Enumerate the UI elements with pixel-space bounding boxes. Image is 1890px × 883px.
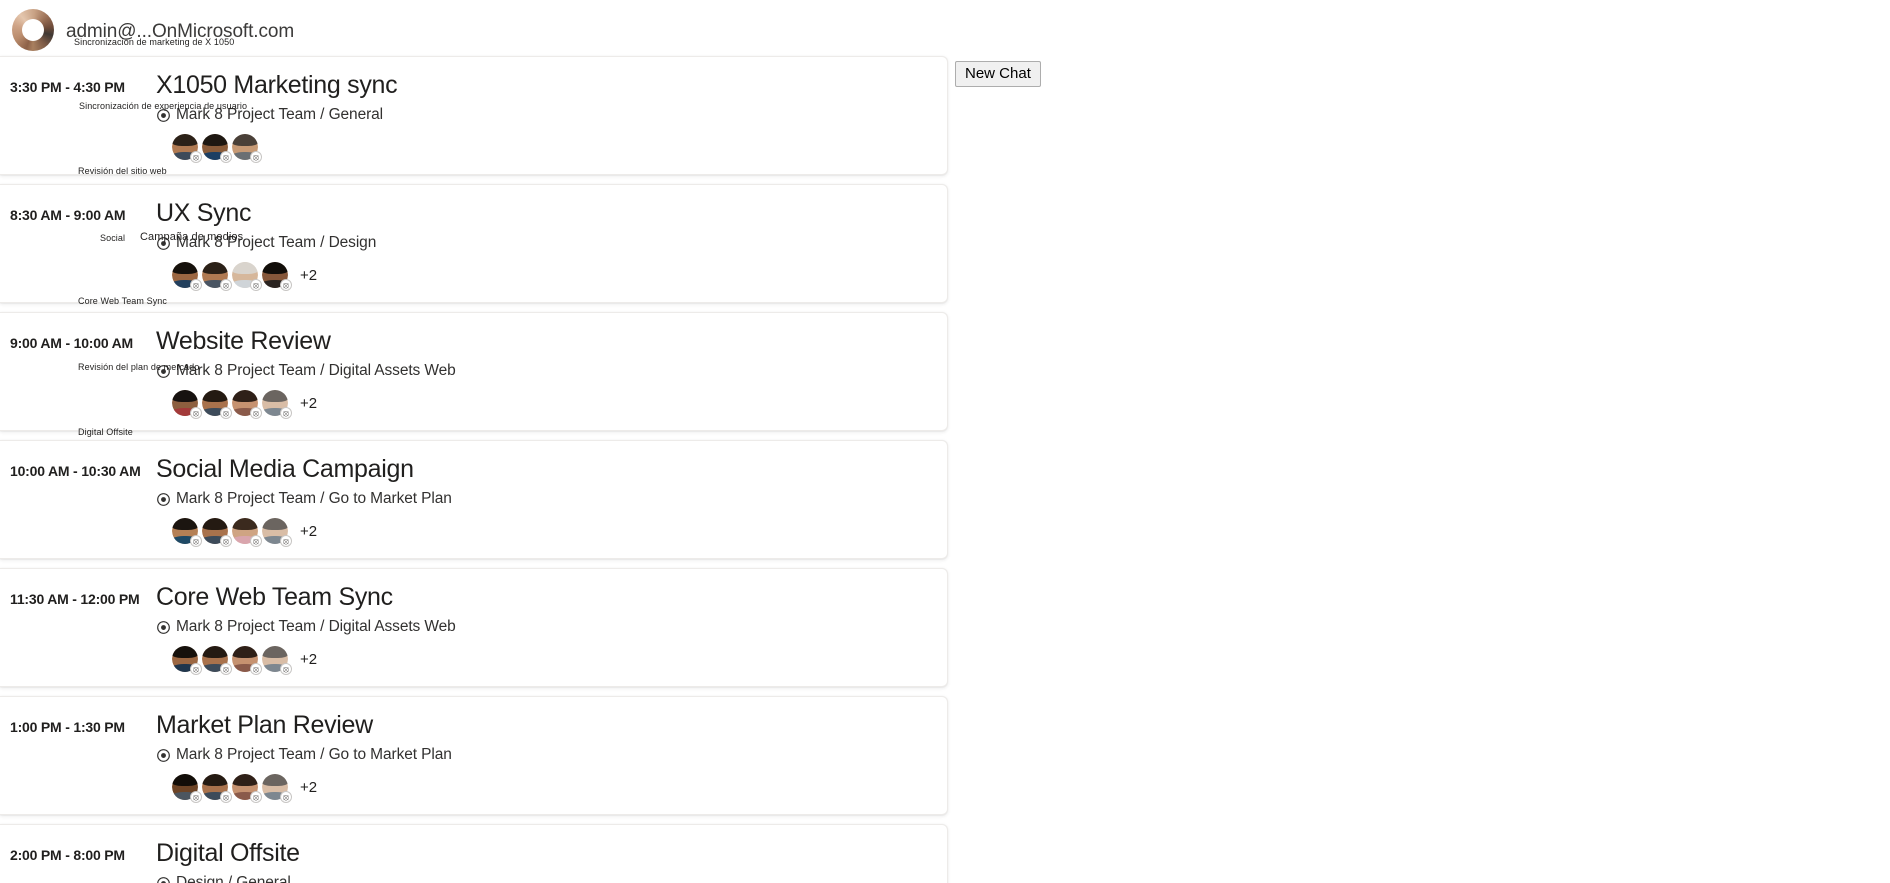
attendee-list: ⦻ ⦻ ⦻: [156, 133, 947, 163]
event-title: UX Sync: [156, 199, 252, 227]
attendee-overflow-count: +2: [300, 394, 318, 412]
overlay-label-digital-offsite: Digital Offsite: [78, 427, 133, 437]
event-time: 3:30 PM - 4:30 PM: [10, 79, 125, 95]
remove-attendee-icon[interactable]: ⦻: [280, 535, 292, 547]
event-time: 8:30 AM - 9:00 AM: [10, 207, 126, 223]
attendee-avatar[interactable]: ⦻: [171, 389, 202, 419]
event-location: Mark 8 Project Team / Go to Market Plan: [176, 490, 452, 507]
event-title: Website Review: [156, 327, 331, 355]
remove-attendee-icon[interactable]: ⦻: [250, 151, 262, 163]
attendee-avatar[interactable]: ⦻: [201, 389, 232, 419]
remove-attendee-icon[interactable]: ⦻: [250, 407, 262, 419]
user-profile-avatar[interactable]: [12, 9, 54, 51]
overlay-label-ux-sync: Sincronización de experiencia de usuario: [79, 101, 248, 111]
remove-attendee-icon[interactable]: ⦻: [190, 535, 202, 547]
remove-attendee-icon[interactable]: ⦻: [190, 151, 202, 163]
overlay-label-market-plan: Revisión del plan de mercado: [78, 362, 200, 372]
attendee-avatar[interactable]: ⦻: [261, 389, 292, 419]
attendee-avatar[interactable]: ⦻: [261, 517, 292, 547]
attendee-avatar[interactable]: ⦻: [231, 389, 262, 419]
attendee-overflow-count: +2: [300, 266, 318, 284]
remove-attendee-icon[interactable]: ⦻: [280, 663, 292, 675]
remove-attendee-icon[interactable]: ⦻: [190, 279, 202, 291]
event-card[interactable]: 8:30 AM - 9:00 AM UX Sync Mark 8 Project T…: [0, 184, 948, 303]
attendee-avatar[interactable]: ⦻: [261, 773, 292, 803]
attendee-avatar[interactable]: ⦻: [231, 133, 262, 163]
event-location: Mark 8 Project Team / Digital Assets Web: [176, 362, 456, 379]
attendee-avatar[interactable]: ⦻: [171, 773, 202, 803]
event-time: 2:00 PM - 8:00 PM: [10, 847, 125, 863]
remove-attendee-icon[interactable]: ⦻: [220, 151, 232, 163]
attendee-avatar[interactable]: ⦻: [171, 517, 202, 547]
remove-attendee-icon[interactable]: ⦻: [280, 791, 292, 803]
attendee-avatar[interactable]: ⦻: [231, 773, 262, 803]
remove-attendee-icon[interactable]: ⦻: [220, 663, 232, 675]
attendee-avatar[interactable]: ⦻: [171, 645, 202, 675]
event-title: Core Web Team Sync: [156, 583, 393, 611]
attendee-avatar[interactable]: ⦻: [201, 261, 232, 291]
overlay-label-core-web-sync: Core Web Team Sync: [78, 296, 168, 306]
event-card[interactable]: 3:30 PM - 4:30 PM X1050 Marketing sync Mar…: [0, 56, 948, 175]
overlay-label-media-campaign: Campaña de medios: [140, 231, 244, 243]
event-location: Mark 8 Project Team / Digital Assets Web: [176, 618, 456, 635]
event-time: 9:00 AM - 10:00 AM: [10, 335, 133, 351]
agenda-event-list: 3:30 PM - 4:30 PM X1050 Marketing sync Mar…: [0, 56, 950, 883]
event-card[interactable]: 2:00 PM - 8:00 PM Digital Offsite Design /…: [0, 824, 948, 883]
attendee-avatar[interactable]: ⦻: [171, 133, 202, 163]
attendee-avatar[interactable]: ⦻: [201, 645, 232, 675]
overlay-label-social: Social: [100, 233, 126, 243]
attendee-avatar[interactable]: ⦻: [201, 517, 232, 547]
location-pin-icon: [156, 492, 171, 507]
attendee-avatar[interactable]: ⦻: [171, 261, 202, 291]
event-card[interactable]: 11:30 AM - 12:00 PM Core Web Team Sync Mar…: [0, 568, 948, 687]
attendee-overflow-count: +2: [300, 522, 318, 540]
new-chat-button[interactable]: New Chat: [955, 61, 1041, 87]
event-location: Design / General: [176, 874, 291, 883]
remove-attendee-icon[interactable]: ⦻: [220, 407, 232, 419]
attendee-avatar[interactable]: ⦻: [231, 645, 262, 675]
remove-attendee-icon[interactable]: ⦻: [280, 407, 292, 419]
location-pin-icon: [156, 876, 171, 883]
attendee-avatar[interactable]: ⦻: [201, 133, 232, 163]
remove-attendee-icon[interactable]: ⦻: [250, 791, 262, 803]
event-time: 10:00 AM - 10:30 AM: [10, 463, 141, 479]
attendee-list: ⦻ ⦻ ⦻ ⦻ +2: [156, 773, 947, 803]
attendee-avatar[interactable]: ⦻: [231, 261, 262, 291]
event-time: 11:30 AM - 12:00 PM: [10, 591, 140, 607]
event-title: Market Plan Review: [156, 711, 373, 739]
remove-attendee-icon[interactable]: ⦻: [280, 279, 292, 291]
remove-attendee-icon[interactable]: ⦻: [190, 791, 202, 803]
attendee-overflow-count: +2: [300, 650, 318, 668]
remove-attendee-icon[interactable]: ⦻: [190, 663, 202, 675]
event-card[interactable]: 1:00 PM - 1:30 PM Market Plan Review Mark …: [0, 696, 948, 815]
attendee-avatar[interactable]: ⦻: [231, 517, 262, 547]
attendee-list: ⦻ ⦻ ⦻ ⦻ +2: [156, 645, 947, 675]
event-card[interactable]: 10:00 AM - 10:30 AM Social Media Campaign…: [0, 440, 948, 559]
attendee-avatar[interactable]: ⦻: [261, 261, 292, 291]
event-title: Social Media Campaign: [156, 455, 414, 483]
calendar-agenda-page: admin@...OnMicrosoft.com New Chat Sincro…: [0, 0, 1890, 883]
app-header: admin@...OnMicrosoft.com: [0, 0, 1890, 56]
event-title: Digital Offsite: [156, 839, 300, 867]
remove-attendee-icon[interactable]: ⦻: [250, 279, 262, 291]
attendee-list: ⦻ ⦻ ⦻ ⦻ +2: [156, 517, 947, 547]
remove-attendee-icon[interactable]: ⦻: [250, 535, 262, 547]
remove-attendee-icon[interactable]: ⦻: [190, 407, 202, 419]
event-time: 1:00 PM - 1:30 PM: [10, 719, 125, 735]
remove-attendee-icon[interactable]: ⦻: [220, 791, 232, 803]
attendee-list: ⦻ ⦻ ⦻ ⦻ +2: [156, 389, 947, 419]
remove-attendee-icon[interactable]: ⦻: [250, 663, 262, 675]
overlay-label-marketing-sync: Sincronización de marketing de X 1050: [74, 37, 235, 47]
attendee-avatar[interactable]: ⦻: [201, 773, 232, 803]
event-title: X1050 Marketing sync: [156, 71, 398, 99]
attendee-list: ⦻ ⦻ ⦻ ⦻ +2: [156, 261, 947, 291]
attendee-overflow-count: +2: [300, 778, 318, 796]
remove-attendee-icon[interactable]: ⦻: [220, 535, 232, 547]
event-location: Mark 8 Project Team / Go to Market Plan: [176, 746, 452, 763]
location-pin-icon: [156, 620, 171, 635]
attendee-avatar[interactable]: ⦻: [261, 645, 292, 675]
remove-attendee-icon[interactable]: ⦻: [220, 279, 232, 291]
location-pin-icon: [156, 748, 171, 763]
overlay-label-website-review: Revisión del sitio web: [78, 166, 167, 176]
